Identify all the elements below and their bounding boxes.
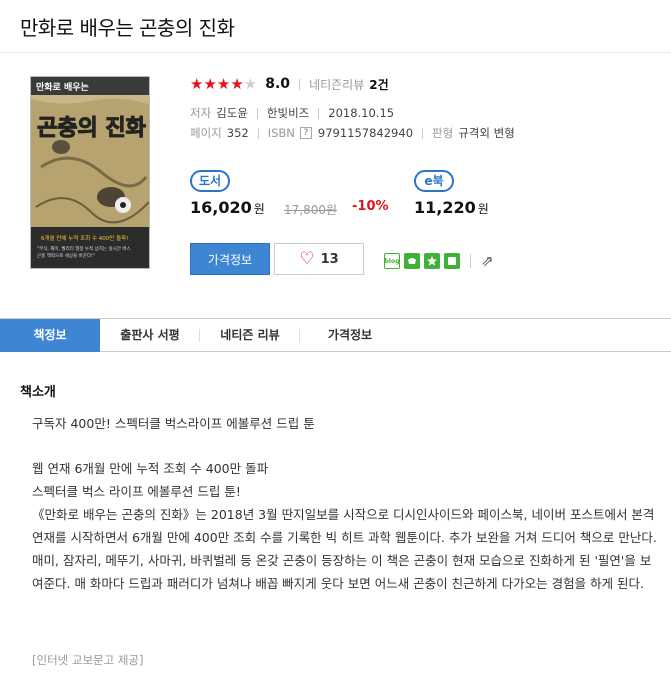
tab-book-info[interactable]: 책정보 (0, 319, 100, 352)
paper-price: 16,020 원 (190, 198, 265, 217)
share-bar: blog ⇗ (384, 252, 494, 270)
tab-netizen-review[interactable]: 네티즌 리뷰 (200, 319, 300, 352)
discount-rate: -10% (352, 199, 389, 214)
section-title: 책소개 (20, 385, 56, 400)
author-link[interactable]: 김도윤 (216, 105, 248, 121)
square-share-inner (448, 257, 456, 265)
paper-price-value: 16,020 (190, 198, 252, 217)
divider (422, 127, 424, 139)
author-label: 저자 (190, 106, 212, 120)
isbn-help-icon[interactable]: ? (299, 127, 312, 139)
review-label[interactable]: 네티즌리뷰 (309, 76, 364, 93)
tab-publisher-review[interactable]: 출판사 서평 (100, 319, 200, 352)
format-label: 판형 (432, 126, 454, 140)
original-price: 17,800원 (284, 203, 338, 217)
tab-label: 네티즌 리뷰 (220, 328, 280, 342)
tab-bar: 책정보 출판사 서평 네티즌 리뷰 가격정보 (0, 318, 671, 352)
like-count: 13 (320, 252, 339, 267)
price-info-button[interactable]: 가격정보 (190, 243, 270, 275)
page-title: 만화로 배우는 곤충의 진화 (20, 16, 235, 40)
ebook-price-value: 11,220 (414, 198, 476, 217)
description-paragraph: 웹 연재 6개월 만에 누적 조회 수 400만 돌파 (32, 461, 269, 476)
currency-label: 원 (253, 202, 265, 216)
source-credit: [인터넷 교보문고 제공] (32, 653, 144, 667)
description-paragraph: 《만화로 배우는 곤충의 진화》는 2018년 3월 딴지일보를 시작으로 디시… (32, 507, 657, 545)
ebook-badge[interactable]: e북 (414, 170, 454, 192)
book-description: 구독자 400만! 스펙터클 벅스라이프 에볼루션 드립 툰 웹 연재 6개월 … (32, 412, 657, 595)
cover-top-line: 만화로 배우는 (36, 81, 89, 93)
square-share-icon[interactable] (444, 253, 460, 269)
like-button[interactable]: ♡ 13 (274, 243, 364, 275)
isbn-label: ISBN (267, 126, 295, 140)
divider (256, 107, 258, 119)
paper-book-badge[interactable]: 도서 (190, 170, 230, 192)
star-share-icon[interactable] (424, 253, 440, 269)
divider (0, 52, 671, 53)
cover-big-title: 곤충의 진화 (37, 116, 146, 141)
rating-score: 8.0 (265, 76, 291, 92)
pages-value: 352 (226, 126, 249, 140)
cover-blurb-2: 곤충 맥락으로 세상을 바꾼다!" (37, 252, 95, 259)
description-paragraph: 구독자 400만! 스펙터클 벅스라이프 에볼루션 드립 툰 (32, 416, 315, 431)
divider (318, 107, 320, 119)
format-value: 규격외 변형 (458, 126, 515, 140)
description-paragraph: 스펙터클 벅스 라이프 에볼루션 드립 툰! (32, 484, 241, 499)
isbn-value: 9791157842940 (317, 126, 414, 140)
cover-caption: 6개월 만에 누적 조회 수 400만 돌파! (41, 234, 128, 242)
share-icon[interactable]: ⇗ (481, 252, 494, 270)
cover-blurb-1: "무식, 재미, 퀄리티 열정 누적 넘치는 실시간 버스 (37, 245, 131, 252)
tab-label: 출판사 서평 (120, 328, 180, 342)
currency-label: 원 (477, 202, 489, 216)
divider (299, 78, 301, 90)
cafe-share-icon[interactable] (404, 253, 420, 269)
star-rating: ★★★★★ (190, 75, 258, 93)
publish-date: 2018.10.15 (328, 106, 395, 120)
book-cover-image[interactable]: 만화로 배우는 곤충의 진화 6개월 만에 누적 조회 수 400만 돌파! "… (30, 76, 150, 269)
book-meta-row-2: 페이지 352 ISBN ? 9791157842940 판형 규격외 변형 (190, 125, 515, 141)
divider (257, 127, 259, 139)
review-count[interactable]: 2건 (369, 76, 388, 93)
publisher-link[interactable]: 한빛비즈 (267, 105, 309, 121)
ebook-price: 11,220 원 (414, 198, 489, 217)
blog-share-icon[interactable]: blog (384, 253, 400, 269)
heart-icon: ♡ (299, 249, 315, 269)
divider (470, 254, 471, 268)
tab-price-info[interactable]: 가격정보 (300, 319, 400, 352)
rating-row: ★★★★★ 8.0 네티즌리뷰 2건 (190, 74, 389, 94)
pages-label: 페이지 (190, 126, 222, 140)
book-meta-row-1: 저자 김도윤 한빛비즈 2018.10.15 (190, 105, 394, 121)
description-paragraph: 매미, 잠자리, 메뚜기, 사마귀, 바퀴벌레 등 온갖 곤충이 등장하는 이 … (32, 553, 652, 591)
